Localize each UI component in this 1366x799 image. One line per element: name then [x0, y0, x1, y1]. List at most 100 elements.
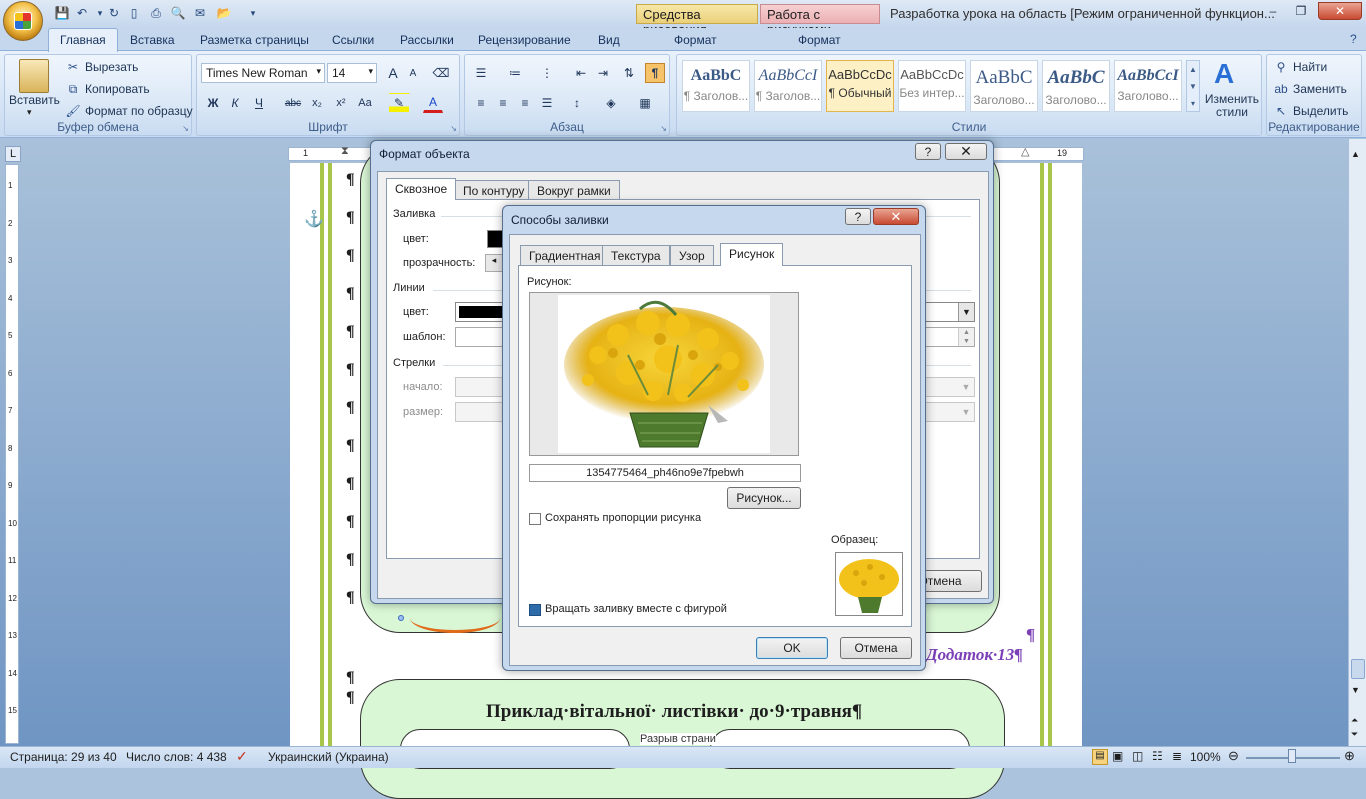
- style-heading-3[interactable]: AaBbC Заголово...: [970, 60, 1038, 112]
- zoom-in-icon[interactable]: ⊕: [1344, 748, 1355, 764]
- tab-page-layout[interactable]: Разметка страницы: [192, 31, 317, 50]
- document-heading[interactable]: Приклад·вітальної· листівки· до·9·травня…: [486, 701, 862, 723]
- font-launcher-icon[interactable]: ↘: [450, 124, 457, 133]
- redo-icon[interactable]: ↻: [106, 5, 122, 21]
- change-styles-button[interactable]: Изменить стили: [1204, 93, 1260, 119]
- fill-dialog-help-button[interactable]: ?: [845, 208, 871, 225]
- anchor-icon[interactable]: ⚓: [304, 209, 324, 229]
- zoom-slider-thumb[interactable]: [1288, 749, 1296, 763]
- right-indent-marker-icon[interactable]: △: [1021, 145, 1029, 158]
- next-page-icon[interactable]: ⏷: [1351, 729, 1358, 740]
- tab-view[interactable]: Вид: [590, 31, 628, 50]
- fill-dialog-cancel-button[interactable]: Отмена: [840, 637, 912, 659]
- underline-button[interactable]: Ч: [249, 93, 269, 113]
- tab-around-frame[interactable]: Вокруг рамки: [528, 180, 620, 200]
- align-left-icon[interactable]: ≡: [471, 93, 491, 113]
- shrink-font-button[interactable]: A: [403, 63, 423, 83]
- style-no-spacing[interactable]: AaBbCcDc Без интер...: [898, 60, 966, 112]
- tab-format-drawing[interactable]: Формат: [666, 31, 725, 50]
- show-formatting-button[interactable]: ¶: [645, 63, 665, 83]
- new-document-icon[interactable]: ▯: [126, 5, 142, 21]
- superscript-button[interactable]: x²: [331, 93, 351, 113]
- format-dialog-close-button[interactable]: ✕: [945, 143, 987, 160]
- draft-view-icon[interactable]: ≣: [1172, 749, 1182, 763]
- print-preview-icon[interactable]: 🔍: [170, 5, 186, 21]
- fill-dialog-ok-button[interactable]: OK: [756, 637, 828, 659]
- tab-texture[interactable]: Текстура: [602, 245, 670, 265]
- shading-icon[interactable]: ◈: [601, 93, 621, 113]
- transparency-left-icon[interactable]: ◂: [485, 254, 503, 272]
- rotate-with-shape-checkbox[interactable]: [529, 604, 541, 616]
- clipboard-launcher-icon[interactable]: ↘: [182, 124, 189, 133]
- close-button[interactable]: ✕: [1318, 2, 1362, 20]
- style-heading-5[interactable]: AaBbCcI Заголово...: [1114, 60, 1182, 112]
- print-icon[interactable]: ⎙: [148, 5, 164, 21]
- style-heading-2[interactable]: AaBbCcI ¶ Заголов...: [754, 60, 822, 112]
- vertical-scrollbar[interactable]: ▲ ▼ ⏶ ⏷: [1348, 139, 1366, 746]
- subscript-button[interactable]: x₂: [307, 93, 327, 113]
- line-spacing-icon[interactable]: ↕: [567, 93, 587, 113]
- fill-dialog-close-button[interactable]: ✕: [873, 208, 919, 225]
- multilevel-list-icon[interactable]: ⋮: [537, 63, 557, 83]
- size-dropdown-icon[interactable]: ▼: [958, 403, 974, 421]
- paste-button[interactable]: Вставить: [9, 93, 60, 107]
- keep-ratio-checkbox[interactable]: [529, 513, 541, 525]
- tab-tight[interactable]: По контуру: [454, 180, 534, 200]
- borders-icon[interactable]: ▦: [635, 93, 655, 113]
- increase-indent-icon[interactable]: ⇥: [593, 63, 613, 83]
- change-styles-icon[interactable]: A: [1214, 58, 1234, 90]
- maximize-button[interactable]: ❐: [1288, 2, 1314, 20]
- style-heading-4[interactable]: AaBbC Заголово...: [1042, 60, 1110, 112]
- align-right-icon[interactable]: ≡: [515, 93, 535, 113]
- select-button[interactable]: ↖ Выделить: [1273, 103, 1348, 119]
- zoom-level[interactable]: 100%: [1190, 750, 1221, 764]
- numbering-icon[interactable]: ≔: [505, 63, 525, 83]
- tab-selector-icon[interactable]: L: [5, 146, 21, 162]
- style-normal[interactable]: AaBbCcDc ¶ Обычный: [826, 60, 894, 112]
- copy-button[interactable]: ⧉ Копировать: [65, 81, 150, 97]
- tab-pattern[interactable]: Узор: [670, 245, 714, 265]
- web-layout-view-icon[interactable]: ◫: [1132, 749, 1143, 763]
- scroll-thumb[interactable]: [1351, 659, 1365, 679]
- proofing-icon[interactable]: ✓: [236, 748, 248, 765]
- clear-format-icon[interactable]: ⌫: [431, 63, 451, 83]
- pattern-spinner-icon[interactable]: ▲ ▼: [958, 328, 974, 346]
- style-heading-1[interactable]: AaBbC ¶ Заголов...: [682, 60, 750, 112]
- paste-dropdown-icon[interactable]: ▾: [27, 107, 32, 118]
- indent-marker-icon[interactable]: ⧗: [341, 145, 349, 158]
- paragraph-launcher-icon[interactable]: ↘: [660, 124, 667, 133]
- font-name-dropdown-icon[interactable]: ▾: [316, 66, 321, 77]
- format-dialog-help-button[interactable]: ?: [915, 143, 941, 160]
- picture-select-button[interactable]: Рисунок...: [727, 487, 801, 509]
- cut-button[interactable]: ✂ Вырезать: [65, 59, 138, 75]
- outline-view-icon[interactable]: ☷: [1152, 749, 1163, 763]
- status-page[interactable]: Страница: 29 из 40: [10, 750, 117, 764]
- font-color-button[interactable]: A: [423, 93, 443, 113]
- scroll-down-icon[interactable]: ▼: [1351, 685, 1360, 695]
- grow-font-button[interactable]: A: [383, 63, 403, 83]
- minimize-button[interactable]: –: [1260, 2, 1286, 20]
- open-icon[interactable]: 📂: [216, 5, 232, 21]
- sort-icon[interactable]: ⇅: [619, 63, 639, 83]
- paste-icon[interactable]: [19, 59, 49, 93]
- highlight-icon[interactable]: ✎: [389, 93, 409, 113]
- tab-inline[interactable]: Сквозное: [386, 178, 457, 200]
- font-size-dropdown-icon[interactable]: ▾: [368, 66, 373, 77]
- justify-icon[interactable]: ☰: [537, 93, 557, 113]
- status-words[interactable]: Число слов: 4 438: [126, 750, 227, 764]
- styles-scroll-icon[interactable]: ▲ ▼ ▾: [1186, 60, 1200, 112]
- bold-button[interactable]: Ж: [203, 93, 223, 113]
- office-button[interactable]: [3, 1, 43, 41]
- tab-picture[interactable]: Рисунок: [720, 243, 784, 266]
- italic-button[interactable]: К: [225, 93, 245, 113]
- replace-button[interactable]: ab Заменить: [1273, 81, 1347, 97]
- status-language[interactable]: Украинский (Украина): [268, 750, 389, 764]
- save-icon[interactable]: 💾: [54, 5, 70, 21]
- find-button[interactable]: ⚲ Найти: [1273, 59, 1328, 75]
- print-layout-view-icon[interactable]: ▤: [1092, 749, 1108, 765]
- help-icon[interactable]: ?: [1350, 32, 1357, 46]
- start-dropdown-icon[interactable]: ▼: [958, 378, 974, 396]
- shape-handle-icon[interactable]: [398, 615, 404, 621]
- decrease-indent-icon[interactable]: ⇤: [571, 63, 591, 83]
- full-screen-view-icon[interactable]: ▣: [1112, 749, 1123, 763]
